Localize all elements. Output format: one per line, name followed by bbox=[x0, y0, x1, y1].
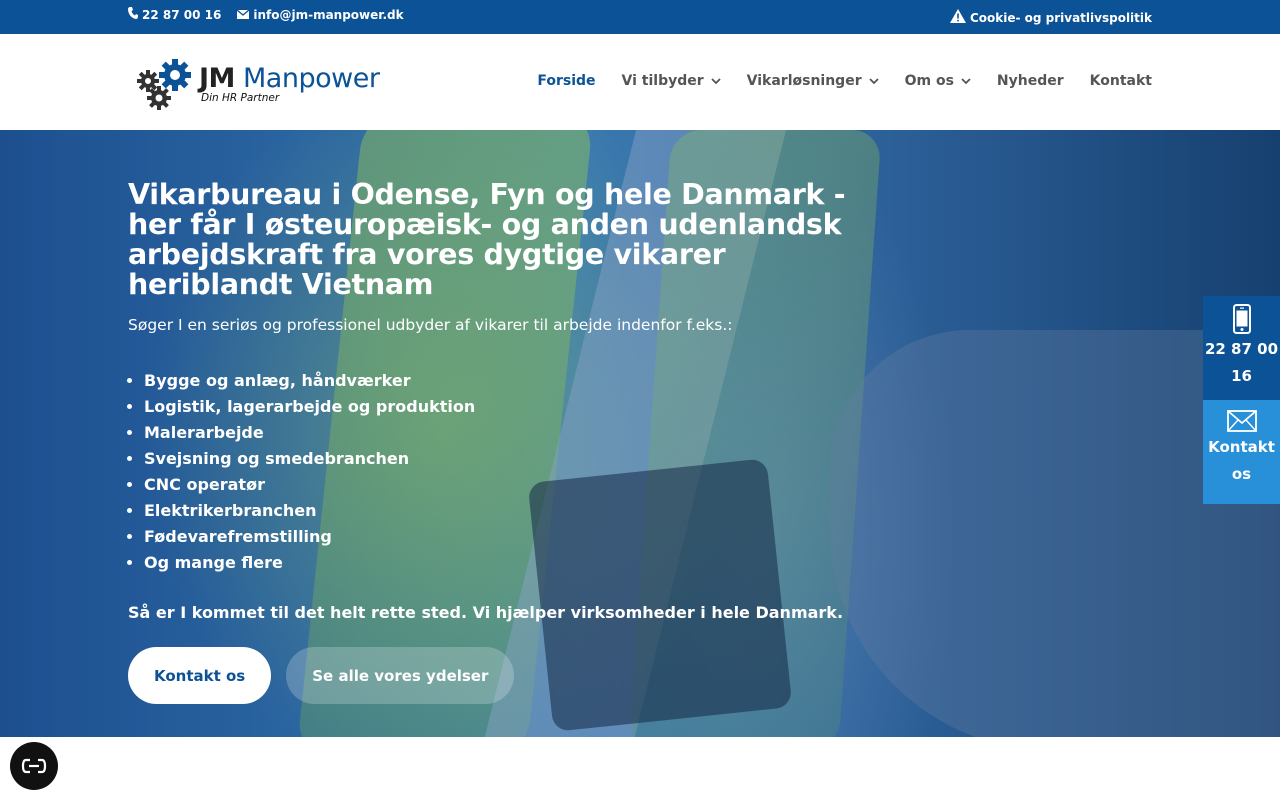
chevron-down-icon bbox=[868, 77, 879, 84]
nav-item-vikarloesninger[interactable]: Vikarløsninger bbox=[747, 73, 879, 89]
chevron-down-icon bbox=[961, 77, 971, 84]
nav-item-om-os[interactable]: Om os bbox=[905, 73, 971, 89]
logo-brand: JM Manpower bbox=[199, 63, 380, 94]
topbar-phone-link[interactable]: 22 87 00 16 bbox=[128, 7, 221, 22]
gears-logo-icon bbox=[137, 59, 191, 110]
site-header: JM Manpower Din HR Partner Forside Vi ti… bbox=[0, 34, 1280, 130]
nav-label: Forside bbox=[537, 73, 596, 89]
logo-brand-bold: JM bbox=[199, 63, 235, 94]
hero-intro: Søger I en seriøs og professionel udbyde… bbox=[128, 316, 733, 334]
warning-icon bbox=[949, 9, 966, 26]
nav-label: Vikarløsninger bbox=[746, 73, 862, 89]
list-item: Bygge og anlæg, håndværker bbox=[144, 368, 848, 394]
list-item: Elektrikerbranchen bbox=[144, 498, 848, 524]
site-logo[interactable]: JM Manpower Din HR Partner bbox=[137, 56, 387, 112]
sticky-contact: 22 87 00 16 Kontakt os bbox=[1203, 296, 1280, 504]
contact-us-button[interactable]: Kontakt os bbox=[128, 647, 272, 704]
nav-label: Kontakt bbox=[1089, 73, 1152, 89]
list-item: Fødevarefremstilling bbox=[144, 524, 848, 550]
top-bar: 22 87 00 16 info@jm-manpower.dk Cookie- … bbox=[0, 0, 1280, 34]
cookie-consent-button[interactable] bbox=[10, 742, 58, 790]
nav-label: Om os bbox=[904, 73, 954, 89]
chevron-down-icon bbox=[711, 77, 721, 84]
hero-section: Vikarbureau i Odense, Fyn og hele Danmar… bbox=[0, 130, 1280, 737]
envelope-icon bbox=[1226, 410, 1257, 432]
hero-outro: Så er I kommet til det helt rette sted. … bbox=[128, 603, 844, 622]
cookie-policy-link[interactable]: Cookie- og privatlivspolitik bbox=[949, 9, 1152, 26]
topbar-phone-text: 22 87 00 16 bbox=[142, 7, 222, 22]
topbar-email-text: info@jm-manpower.dk bbox=[253, 7, 404, 22]
sticky-contact-text: Kontakt os bbox=[1208, 438, 1275, 483]
list-item: Malerarbejde bbox=[144, 420, 848, 446]
sticky-contact-button[interactable]: Kontakt os bbox=[1203, 400, 1280, 504]
main-nav: Forside Vi tilbyder Vikarløsninger Om os… bbox=[537, 73, 1152, 89]
topbar-email-link[interactable]: info@jm-manpower.dk bbox=[236, 7, 404, 22]
list-item: Svejsning og smedebranchen bbox=[144, 446, 848, 472]
list-item: Logistik, lagerarbejde og produktion bbox=[144, 394, 848, 420]
nav-item-kontakt[interactable]: Kontakt bbox=[1090, 73, 1152, 89]
see-all-services-button[interactable]: Se alle vores ydelser bbox=[286, 647, 515, 704]
cookie-policy-text: Cookie- og privatlivspolitik bbox=[969, 10, 1152, 25]
sticky-phone-text: 22 87 00 16 bbox=[1204, 340, 1279, 385]
sticky-phone-button[interactable]: 22 87 00 16 bbox=[1203, 296, 1280, 400]
cookie-settings-icon bbox=[21, 758, 47, 774]
services-list: Bygge og anlæg, håndværker Logistik, lag… bbox=[128, 368, 848, 576]
list-item: Og mange flere bbox=[144, 550, 848, 576]
nav-item-forside[interactable]: Forside bbox=[537, 73, 595, 89]
hero-title: Vikarbureau i Odense, Fyn og hele Danmar… bbox=[128, 178, 846, 301]
nav-label: Vi tilbyder bbox=[621, 73, 704, 89]
mobile-phone-icon bbox=[1232, 304, 1251, 334]
nav-label: Nyheder bbox=[996, 73, 1064, 89]
phone-icon bbox=[128, 7, 138, 22]
logo-tagline: Din HR Partner bbox=[201, 92, 280, 104]
envelope-icon bbox=[236, 8, 250, 22]
nav-item-nyheder[interactable]: Nyheder bbox=[997, 73, 1064, 89]
hero-content: Vikarbureau i Odense, Fyn og hele Danmar… bbox=[128, 180, 848, 704]
list-item: CNC operatør bbox=[144, 472, 848, 498]
logo-brand-light: Manpower bbox=[243, 63, 380, 94]
hero-buttons: Kontakt os Se alle vores ydelser bbox=[128, 647, 848, 704]
nav-item-vi-tilbyder[interactable]: Vi tilbyder bbox=[622, 73, 721, 89]
